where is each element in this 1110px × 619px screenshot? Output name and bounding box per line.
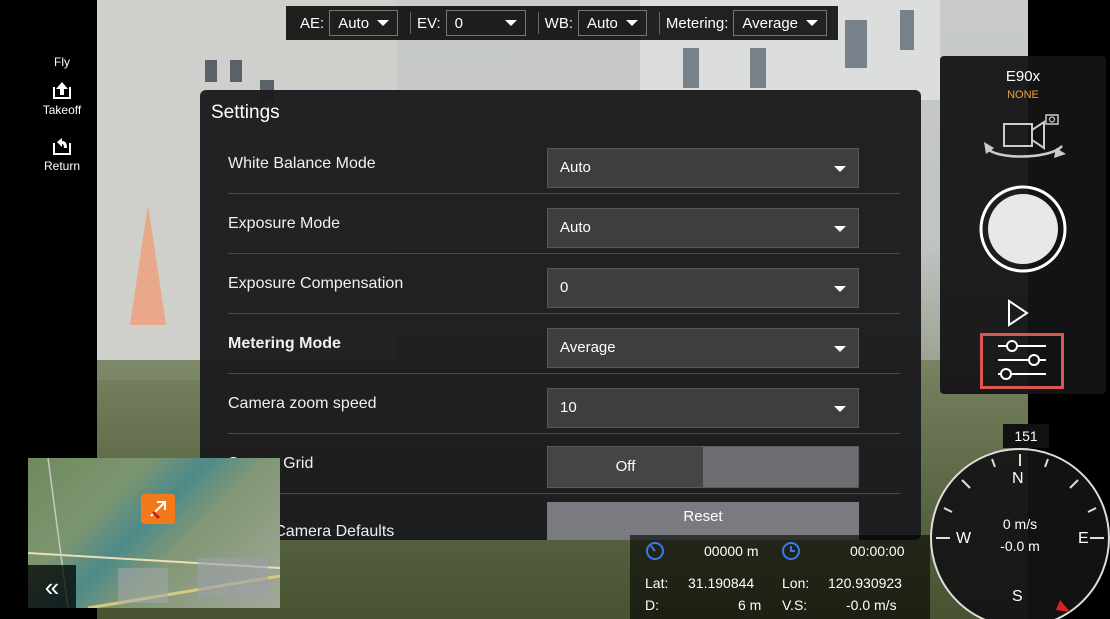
lat-label: Lat: bbox=[645, 575, 669, 591]
divider bbox=[410, 12, 412, 34]
compass: N S E W 0 m/s -0.0 m bbox=[930, 448, 1110, 619]
collapse-map-button[interactable]: « bbox=[28, 565, 76, 609]
setting-row-white-balance: White Balance Mode Auto bbox=[228, 134, 900, 194]
selected-settings-highlight bbox=[980, 333, 1064, 389]
ev-select[interactable]: 0 bbox=[445, 10, 526, 36]
return-label: Return bbox=[43, 159, 81, 173]
exposure-compensation-value: 0 bbox=[560, 279, 569, 296]
return-home-icon bbox=[53, 138, 71, 155]
metering-select[interactable]: Average bbox=[733, 10, 828, 36]
camera-model: E90x bbox=[1005, 68, 1041, 85]
exposure-mode-value: Auto bbox=[560, 219, 591, 236]
distance-icon bbox=[646, 542, 664, 560]
zoom-speed-label: Camera zoom speed bbox=[228, 395, 377, 412]
settings-dialog: Settings White Balance Mode Auto Exposur… bbox=[200, 90, 921, 540]
metering-label: Metering: bbox=[665, 14, 729, 32]
compass-south: S bbox=[1012, 588, 1023, 605]
divider bbox=[537, 12, 539, 34]
lat-value: 31.190844 bbox=[688, 575, 755, 591]
chevron-down-icon bbox=[834, 166, 846, 172]
chevron-down-icon bbox=[834, 226, 846, 232]
metering-mode-dropdown[interactable]: Average bbox=[547, 328, 859, 368]
relative-altitude: -0.0 m bbox=[1000, 538, 1040, 554]
ev-value: 0 bbox=[454, 14, 464, 32]
exposure-toolbar: AE: Auto EV: 0 WB: Auto Metering: Averag… bbox=[286, 6, 838, 40]
zoom-speed-dropdown[interactable]: 10 bbox=[547, 388, 859, 428]
return-button[interactable]: Return bbox=[30, 131, 94, 173]
aircraft-marker-icon bbox=[141, 494, 175, 524]
exposure-compensation-dropdown[interactable]: 0 bbox=[547, 268, 859, 308]
chevron-down-icon bbox=[504, 20, 517, 26]
screen-grid-on-option[interactable] bbox=[703, 447, 858, 487]
ground-speed: 0 m/s bbox=[1002, 516, 1038, 532]
distance-value: 00000 m bbox=[704, 543, 759, 559]
d-value: 6 m bbox=[738, 597, 762, 613]
telemetry-panel: 00000 m 00:00:00 Lat: 31.190844 Lon: 120… bbox=[630, 535, 930, 619]
flight-time: 00:00:00 bbox=[850, 543, 905, 559]
metering-mode-label: Metering Mode bbox=[228, 335, 341, 352]
white-balance-dropdown[interactable]: Auto bbox=[547, 148, 859, 188]
lon-value: 120.930923 bbox=[828, 575, 902, 591]
fly-label: Fly bbox=[54, 55, 70, 69]
wb-value: Auto bbox=[587, 14, 618, 32]
exposure-compensation-label: Exposure Compensation bbox=[228, 275, 404, 292]
chevron-down-icon bbox=[834, 346, 846, 352]
white-balance-value: Auto bbox=[560, 159, 591, 176]
metering-mode-value: Average bbox=[560, 339, 616, 356]
d-label: D: bbox=[645, 597, 659, 613]
setting-row-exposure-mode: Exposure Mode Auto bbox=[228, 194, 900, 254]
screen-grid-toggle[interactable]: Off bbox=[547, 446, 859, 488]
playback-icon[interactable] bbox=[1006, 298, 1030, 328]
setting-row-metering-mode: Metering Mode Average bbox=[228, 314, 900, 374]
heading-readout: 151 bbox=[1003, 424, 1049, 448]
vs-label: V.S: bbox=[782, 597, 808, 613]
ae-label: AE: bbox=[300, 14, 325, 32]
divider bbox=[658, 12, 660, 34]
chevron-down-icon bbox=[625, 20, 638, 26]
takeoff-icon bbox=[53, 82, 71, 99]
lon-label: Lon: bbox=[782, 575, 810, 591]
exposure-mode-dropdown[interactable]: Auto bbox=[547, 208, 859, 248]
zoom-speed-value: 10 bbox=[560, 399, 577, 416]
takeoff-label: Takeoff bbox=[42, 103, 82, 117]
setting-row-exposure-compensation: Exposure Compensation 0 bbox=[228, 254, 900, 314]
compass-north: N bbox=[1012, 470, 1024, 487]
ae-select[interactable]: Auto bbox=[329, 10, 399, 36]
settings-title: Settings bbox=[211, 102, 280, 123]
switch-camera-icon[interactable] bbox=[980, 110, 1070, 174]
setting-row-zoom-speed: Camera zoom speed 10 bbox=[228, 374, 900, 434]
ae-value: Auto bbox=[338, 14, 370, 32]
exposure-mode-label: Exposure Mode bbox=[228, 215, 341, 232]
takeoff-button[interactable]: Takeoff bbox=[30, 75, 94, 117]
fly-label-item: Fly bbox=[30, 55, 94, 69]
chevron-down-icon bbox=[806, 20, 819, 26]
white-balance-label: White Balance Mode bbox=[228, 155, 376, 172]
chevron-down-icon bbox=[377, 20, 390, 26]
setting-row-screen-grid: Screen Grid Off bbox=[228, 434, 900, 494]
lens-status: NONE bbox=[1007, 89, 1039, 101]
ev-label: EV: bbox=[417, 14, 441, 32]
wb-select[interactable]: Auto bbox=[578, 10, 647, 36]
aircraft-icon bbox=[150, 501, 166, 520]
chevron-down-icon bbox=[834, 406, 846, 412]
clock-icon bbox=[782, 542, 800, 560]
vs-value: -0.0 m/s bbox=[846, 597, 897, 613]
chevron-down-icon bbox=[834, 286, 846, 292]
screen-grid-off-option[interactable]: Off bbox=[548, 447, 703, 487]
fly-panel: Fly Takeoff Return bbox=[30, 55, 94, 187]
wb-label: WB: bbox=[544, 14, 574, 32]
double-chevron-left-icon: « bbox=[44, 572, 60, 602]
metering-value: Average bbox=[742, 14, 799, 32]
shutter-button[interactable] bbox=[978, 184, 1068, 274]
